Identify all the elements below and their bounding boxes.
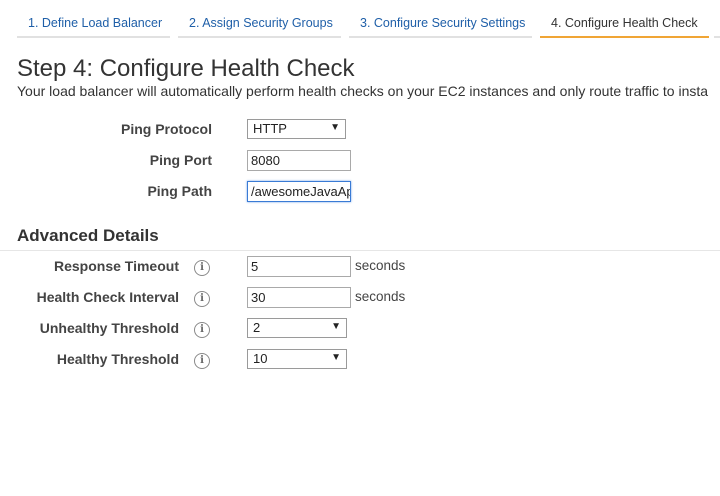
chevron-down-icon: ▼ [331, 352, 341, 363]
ping-path-input[interactable] [247, 181, 351, 202]
ping-port-input[interactable] [247, 150, 351, 171]
page-description: Your load balancer will automatically pe… [17, 83, 709, 99]
ping-protocol-select[interactable]: HTTP ▼ [247, 119, 346, 139]
tab-configure-health-check[interactable]: 4. Configure Health Check [540, 16, 709, 38]
response-timeout-input[interactable] [247, 256, 351, 277]
unhealthy-threshold-value: 2 [253, 320, 261, 335]
tab-assign-security-groups[interactable]: 2. Assign Security Groups [178, 16, 341, 38]
chevron-down-icon: ▼ [331, 321, 341, 332]
healthy-threshold-select[interactable]: 10 ▼ [247, 349, 347, 369]
info-icon[interactable]: i [194, 291, 210, 307]
response-timeout-label: Response Timeout [54, 258, 179, 274]
info-icon[interactable]: i [194, 322, 210, 338]
info-icon[interactable]: i [194, 260, 210, 276]
unhealthy-threshold-select[interactable]: 2 ▼ [247, 318, 347, 338]
ping-protocol-label: Ping Protocol [121, 121, 212, 137]
tab-configure-security-settings[interactable]: 3. Configure Security Settings [349, 16, 532, 38]
advanced-details-heading: Advanced Details [17, 226, 159, 245]
page-title: Step 4: Configure Health Check [17, 55, 355, 82]
chevron-down-icon: ▼ [330, 122, 340, 133]
health-check-interval-unit: seconds [355, 289, 406, 304]
healthy-threshold-label: Healthy Threshold [56, 351, 179, 367]
response-timeout-unit: seconds [355, 258, 406, 273]
tab-next-partial[interactable] [714, 16, 720, 38]
health-check-interval-input[interactable] [247, 287, 351, 308]
info-icon[interactable]: i [194, 353, 210, 369]
tab-define-load-balancer[interactable]: 1. Define Load Balancer [17, 16, 170, 38]
ping-port-label: Ping Port [149, 152, 212, 168]
health-check-interval-label: Health Check Interval [36, 289, 179, 305]
ping-path-label: Ping Path [147, 183, 212, 199]
ping-protocol-value: HTTP [253, 121, 287, 136]
unhealthy-threshold-label: Unhealthy Threshold [39, 320, 179, 336]
wizard-tabs: 1. Define Load Balancer 2. Assign Securi… [0, 0, 720, 40]
section-divider [0, 250, 720, 251]
healthy-threshold-value: 10 [253, 351, 268, 366]
